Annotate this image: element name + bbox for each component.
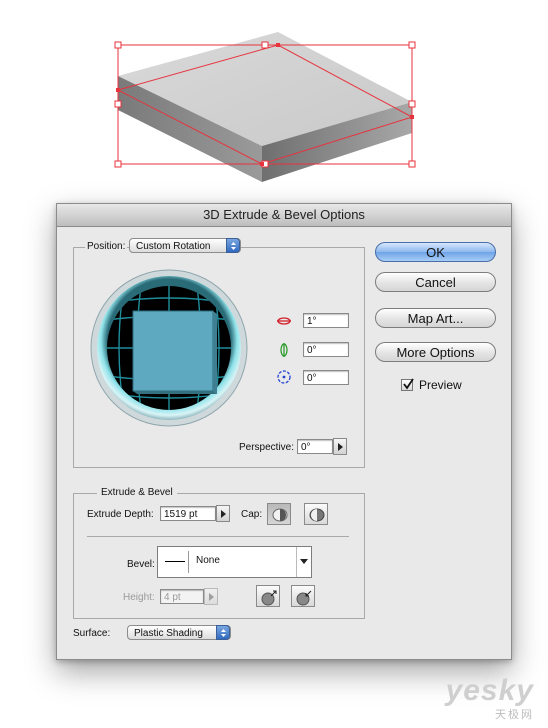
rotation-z-input[interactable]: 0° [303,370,349,385]
extrude-depth-label: Extrude Depth: [87,509,154,520]
height-label: Height: [123,592,155,603]
triangle-right-icon [209,593,214,601]
bevel-out-icon [261,590,277,606]
extrude-depth-slider-button[interactable] [216,505,230,522]
rotate-z-axis-icon [277,370,291,384]
yesky-watermark: yesky 天极网 [446,676,534,722]
extrude-depth-input[interactable]: 1519 pt [160,506,216,521]
surface-label: Surface: [73,628,111,639]
bevel-extent-out-button[interactable] [256,585,280,607]
bevel-select[interactable]: None [157,546,312,578]
cap-off-icon [309,508,325,522]
extrude-bevel-title: Extrude & Bevel [101,487,173,498]
surface-select[interactable]: Plastic Shading [127,625,231,640]
chevron-updown-icon [226,238,240,253]
rotation-y-input[interactable]: 0° [303,342,349,357]
triangle-right-icon [338,443,343,451]
rotate-x-axis-icon [277,317,291,325]
position-select-value: Custom Rotation [136,241,211,252]
dialog-title: 3D Extrude & Bevel Options [57,204,511,227]
extruded-slab[interactable] [118,32,412,182]
chevron-updown-icon [216,625,230,640]
artwork-canvas [114,32,416,182]
rotation-trackball[interactable] [89,268,249,428]
checkmark-icon [403,378,414,390]
rotation-cube-face[interactable] [132,310,214,392]
position-header: Position: [85,238,128,252]
bevel-in-icon [296,590,312,606]
more-options-button[interactable]: More Options [375,342,496,362]
map-art-button[interactable]: Map Art... [375,308,496,328]
watermark-subtitle: 天极网 [495,709,534,721]
bevel-extent-in-button[interactable] [291,585,315,607]
perspective-input[interactable]: 0° [297,439,333,454]
extrude-bevel-dialog: 3D Extrude & Bevel Options Position: Cus… [56,203,512,660]
bevel-select-value: None [196,555,220,566]
watermark-logo: yesky [445,674,534,707]
cap-off-button[interactable] [304,503,328,525]
bevel-divider [87,536,349,537]
preview-label: Preview [419,378,462,392]
position-label: Position: [87,241,126,252]
perspective-label: Perspective: [239,442,295,453]
bevel-label: Bevel: [127,559,155,570]
height-input[interactable]: 4 pt [160,589,204,604]
extrude-bevel-header: Extrude & Bevel [97,485,177,499]
bevel-preview-line [162,551,189,573]
height-slider-button[interactable] [204,588,218,605]
triangle-right-icon [221,510,226,518]
cap-on-icon [272,508,288,522]
surface-select-value: Plastic Shading [134,628,203,639]
rotation-x-input[interactable]: 1° [303,313,349,328]
preview-checkbox[interactable] [401,378,414,391]
perspective-slider-button[interactable] [333,438,347,455]
ok-button[interactable]: OK [375,242,496,262]
cap-label: Cap: [241,509,263,520]
rotate-y-axis-icon [280,343,288,357]
cancel-button[interactable]: Cancel [375,272,496,292]
cap-on-button[interactable] [267,503,291,525]
position-select[interactable]: Custom Rotation [129,238,241,253]
triangle-down-icon [300,559,308,564]
